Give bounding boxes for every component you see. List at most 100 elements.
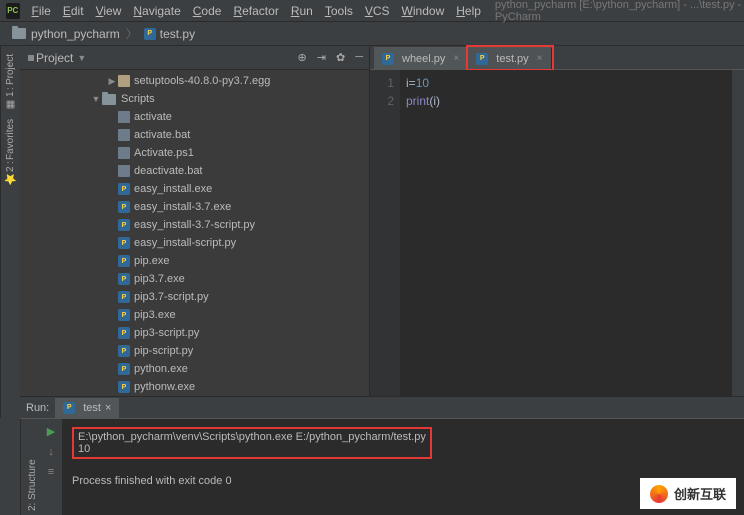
project-panel: Project ▼ ⊕ ⇥ ✿ ─ ▶ setuptools-40.8.0-py3… [20,46,370,418]
tree-item[interactable]: Ppythonw.exe [20,378,369,396]
menu-bar[interactable]: FileEditViewNavigateCodeRefactorRunTools… [26,2,487,20]
menu-refactor[interactable]: Refactor [227,2,284,20]
menu-help[interactable]: Help [450,2,487,20]
project-header-label[interactable]: Project ▼ [26,51,298,65]
tree-item[interactable]: activate [20,108,369,126]
tree-item[interactable]: Ppip3.7.exe [20,270,369,288]
hide-icon[interactable]: ─ [355,51,363,64]
sidebar-tab-structure[interactable]: 2: Structure [23,459,38,511]
tree-item-label: easy_install-script.py [134,237,236,249]
run-output-highlighted: E:\python_pycharm\venv\Scripts\python.ex… [72,427,432,459]
collapse-icon[interactable]: ⇥ [317,51,326,64]
locate-icon[interactable]: ⊕ [298,51,307,64]
menu-view[interactable]: View [90,2,128,20]
menu-code[interactable]: Code [187,2,228,20]
tree-item[interactable]: Activate.ps1 [20,144,369,162]
breadcrumb-file[interactable]: P test.py [140,25,199,43]
tree-item[interactable]: activate.bat [20,126,369,144]
menu-tools[interactable]: Tools [319,2,359,20]
file-icon [118,129,130,141]
breadcrumb-root[interactable]: python_pycharm [8,25,124,43]
python-icon: P [382,53,394,65]
menu-run[interactable]: Run [285,2,319,20]
editor-tab[interactable]: Pwheel.py× [374,47,468,69]
python-icon: P [476,53,488,65]
tree-item-label: pythonw.exe [134,381,195,393]
chevron-right-icon: ▶ [106,76,118,87]
python-icon: P [118,201,130,213]
tree-item-label: activate [134,111,172,123]
tree-item[interactable]: Ppip-script.py [20,342,369,360]
watermark: 创新互联 [640,478,736,509]
python-icon: P [118,255,130,267]
file-icon [118,147,130,159]
project-tree[interactable]: ▶ setuptools-40.8.0-py3.7.egg ▼ Scripts acti… [20,70,369,418]
tree-item[interactable]: Ppip3.7-script.py [20,288,369,306]
tree-item[interactable]: ▼ Scripts [20,90,369,108]
breadcrumb: python_pycharm 〉 P test.py [0,22,744,46]
tree-item[interactable]: Peasy_install-script.py [20,234,369,252]
line-number: 2 [370,92,394,110]
chevron-down-icon: ▼ [90,94,102,104]
tree-item-label: activate.bat [134,129,190,141]
tree-item-label: pip3.exe [134,309,176,321]
close-icon[interactable]: × [453,53,459,64]
code-area[interactable]: i=10print(i) [400,70,732,418]
editor-tab[interactable]: Ptest.py × [468,47,551,69]
main-area: ⭐2: Favorites ▦1: Project Project ▼ ⊕ ⇥ … [0,46,744,418]
run-panel: 2: Structure ▶ ↓ ≡ E:\python_pycharm\ven… [20,418,744,515]
run-label: Run: [20,402,55,414]
sidebar-tab-project[interactable]: ▦1: Project [3,50,18,114]
project-header: Project ▼ ⊕ ⇥ ✿ ─ [20,46,369,70]
close-icon[interactable]: × [105,402,111,414]
run-button[interactable]: ▶ [47,425,55,438]
tree-item[interactable]: Ppython.exe [20,360,369,378]
tree-item[interactable]: deactivate.bat [20,162,369,180]
left-strip-bottom: 2: Structure [20,419,40,515]
run-tab[interactable]: P test × [55,398,119,418]
left-tool-strip[interactable]: ⭐2: Favorites ▦1: Project [0,46,20,418]
close-icon[interactable]: × [537,53,543,64]
folder-icon [12,28,26,39]
tree-item-label: pip-script.py [134,345,193,357]
code-line[interactable]: print(i) [406,92,726,110]
tree-item[interactable]: Peasy_install-3.7-script.py [20,216,369,234]
app-logo: PC [6,3,20,19]
menu-edit[interactable]: Edit [57,2,90,20]
menu-vcs[interactable]: VCS [359,2,396,20]
stop-button[interactable]: ↓ [48,446,54,458]
menu-window[interactable]: Window [396,2,451,20]
tree-item-label: Scripts [121,93,155,105]
run-toolbar: ▶ ↓ ≡ [40,419,62,515]
tree-item[interactable]: Ppip.exe [20,252,369,270]
menu-file[interactable]: File [26,2,57,20]
tree-item-label: easy_install-3.7.exe [134,201,231,213]
tree-item[interactable]: ▶ setuptools-40.8.0-py3.7.egg [20,72,369,90]
editor-scrollbar[interactable] [732,70,744,418]
sidebar-tab-favorites[interactable]: ⭐2: Favorites [3,114,18,190]
gear-icon[interactable]: ✿ [336,51,345,64]
python-icon: P [118,381,130,393]
tree-item[interactable]: Ppip3-script.py [20,324,369,342]
file-icon [118,111,130,123]
python-icon: P [118,273,130,285]
breadcrumb-root-label: python_pycharm [31,27,120,41]
line-gutter: 12 [370,70,400,418]
tree-item[interactable]: Ppip3.exe [20,306,369,324]
tree-item[interactable]: Peasy_install.exe [20,180,369,198]
project-view-icon [28,55,34,61]
python-icon: P [118,327,130,339]
breadcrumb-file-label: test.py [160,27,195,41]
tree-item-label: setuptools-40.8.0-py3.7.egg [134,75,270,87]
menu-navigate[interactable]: Navigate [127,2,186,20]
watermark-text: 创新互联 [674,484,726,503]
wrap-button[interactable]: ≡ [48,466,54,478]
python-icon: P [118,183,130,195]
python-icon: P [118,237,130,249]
python-icon: P [144,28,156,40]
chevron-down-icon: ▼ [77,53,86,63]
editor-tab-label: test.py [496,53,528,65]
tree-item[interactable]: Peasy_install-3.7.exe [20,198,369,216]
code-line[interactable]: i=10 [406,74,726,92]
editor-body[interactable]: 12 i=10print(i) [370,70,744,418]
